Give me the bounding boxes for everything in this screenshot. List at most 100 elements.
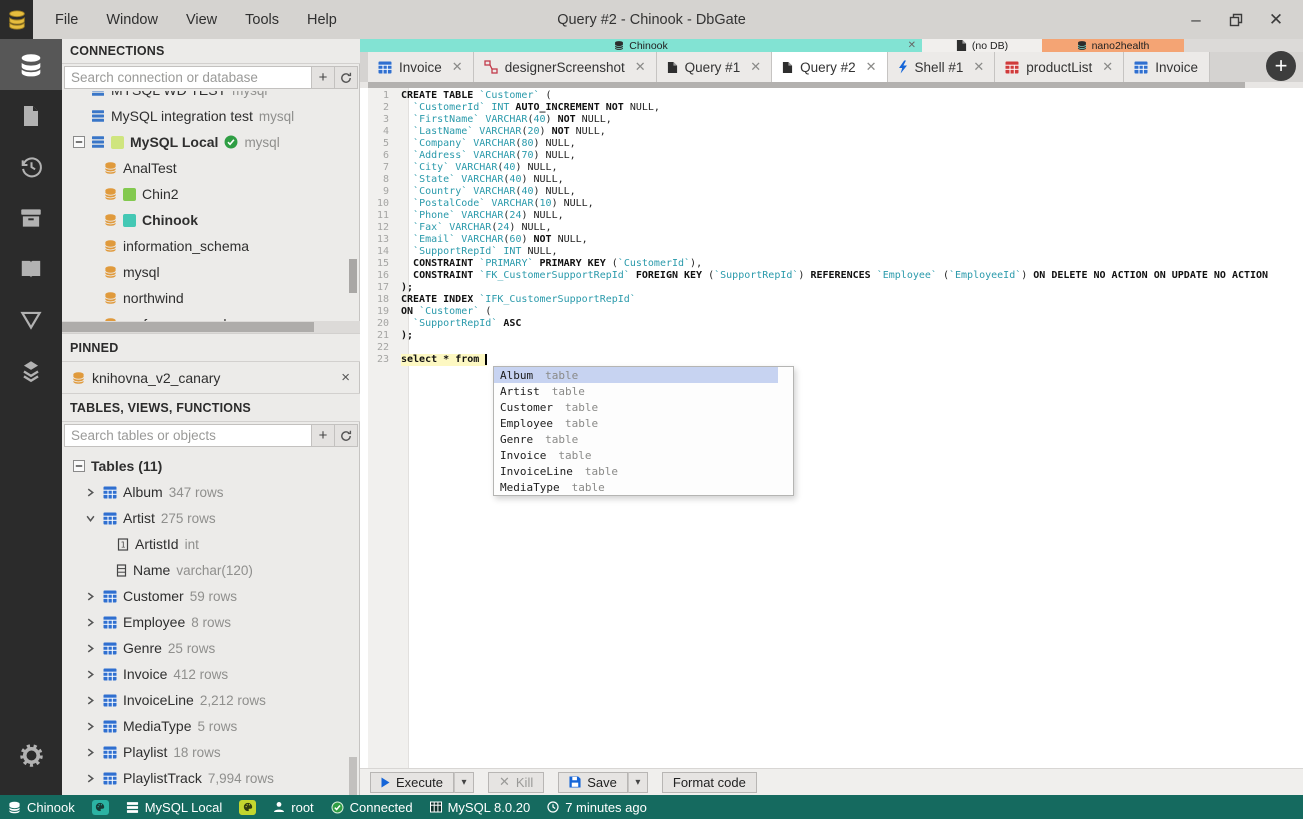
column-item-ArtistId[interactable]: 1 ArtistId int: [62, 531, 360, 557]
table-item-Genre[interactable]: Genre 25 rows: [62, 635, 360, 661]
code-line-17[interactable]: 17);: [368, 282, 1268, 294]
code-line-6[interactable]: 6 `Address` VARCHAR(70) NULL,: [368, 150, 1268, 162]
connection-server-item[interactable]: MySQL integration test mysql: [62, 103, 352, 129]
code-line-23[interactable]: 23 select * from: [368, 354, 1268, 366]
table-item-Playlist[interactable]: Playlist 18 rows: [62, 739, 360, 765]
code-line-22[interactable]: 22: [368, 342, 1268, 354]
connection-database-item[interactable]: mysql: [62, 259, 352, 285]
code-line-16[interactable]: 16 CONSTRAINT `FK_CustomerSupportRepId` …: [368, 270, 1268, 282]
menu-file[interactable]: File: [45, 8, 88, 32]
code-line-3[interactable]: 3 `FirstName` VARCHAR(40) NOT NULL,: [368, 114, 1268, 126]
connection-database-item[interactable]: information_schema: [62, 233, 352, 259]
refresh-connections-button[interactable]: [335, 66, 358, 89]
statusbar-server[interactable]: MySQL Local: [126, 800, 222, 815]
connection-database-item[interactable]: Chin2: [62, 181, 352, 207]
column-item-Name[interactable]: Name varchar(120): [62, 557, 360, 583]
autocomplete-item-Invoice[interactable]: Invoice table: [494, 447, 778, 463]
chevron-right-icon[interactable]: [84, 748, 97, 757]
add-object-button[interactable]: +: [312, 424, 335, 447]
close-tab-icon[interactable]: ✕: [452, 59, 463, 75]
code-line-19[interactable]: 19 ON `Customer` (: [368, 306, 1268, 318]
statusbar-user[interactable]: root: [273, 800, 314, 815]
chevron-down-icon[interactable]: [84, 514, 97, 523]
tables-views-functions-header[interactable]: TABLES, VIEWS, FUNCTIONS: [62, 393, 360, 422]
table-item-PlaylistTrack[interactable]: PlaylistTrack 7,994 rows: [62, 765, 360, 791]
tab-Shell1[interactable]: Shell #1 ✕: [887, 52, 996, 82]
minimize-icon[interactable]: –: [1187, 10, 1205, 29]
code-line-18[interactable]: 18 CREATE INDEX `IFK_CustomerSupportRepId…: [368, 294, 1268, 306]
restore-icon[interactable]: [1227, 11, 1245, 29]
pinned-header[interactable]: PINNED: [62, 333, 360, 362]
autocomplete-item-Artist[interactable]: Artist table: [494, 383, 778, 399]
code-line-9[interactable]: 9 `Country` VARCHAR(40) NULL,: [368, 186, 1268, 198]
table-item-Artist[interactable]: Artist 275 rows: [62, 505, 360, 531]
code-line-5[interactable]: 5 `Company` VARCHAR(80) NULL,: [368, 138, 1268, 150]
autocomplete-item-Customer[interactable]: Customer table: [494, 399, 778, 415]
refresh-objects-button[interactable]: [335, 424, 358, 447]
table-item-InvoiceLine[interactable]: InvoiceLine 2,212 rows: [62, 687, 360, 713]
save-button[interactable]: Save: [558, 771, 628, 793]
connection-server-item[interactable]: MySQL Local mysql: [62, 129, 352, 155]
autocomplete-item-Genre[interactable]: Genre table: [494, 431, 778, 447]
objects-vertical-scrollbar[interactable]: [349, 757, 357, 795]
database-color-chip[interactable]: [91, 799, 109, 815]
rail-settings-gear-button[interactable]: [0, 730, 62, 781]
connections-horizontal-scrollbar[interactable]: [62, 321, 360, 333]
table-item-Customer[interactable]: Customer 59 rows: [62, 583, 360, 609]
tab-group-noDB[interactable]: (no DB): [922, 39, 1042, 52]
connection-server-item[interactable]: MYSQL WD TEST mysql: [62, 91, 352, 103]
chevron-right-icon[interactable]: [84, 670, 97, 679]
code-line-1[interactable]: 1 CREATE TABLE `Customer` (: [368, 90, 1268, 102]
code-line-21[interactable]: 21);: [368, 330, 1268, 342]
tab-Invoice[interactable]: Invoice ✕: [368, 52, 474, 82]
chevron-right-icon[interactable]: [84, 592, 97, 601]
table-item-Album[interactable]: Album 347 rows: [62, 479, 360, 505]
close-group-icon[interactable]: ✕: [908, 40, 916, 51]
close-tab-icon[interactable]: ✕: [1102, 59, 1113, 75]
pinned-item[interactable]: knihovna_v2_canary ×: [62, 362, 360, 394]
connection-database-item[interactable]: AnalTest: [62, 155, 352, 181]
rail-archive-button[interactable]: [0, 192, 62, 243]
execute-dropdown-button[interactable]: ▾: [453, 771, 474, 793]
chevron-right-icon[interactable]: [84, 618, 97, 627]
kill-button[interactable]: ✕ Kill: [487, 771, 545, 793]
tables-root-item[interactable]: Tables (11): [62, 453, 360, 479]
menu-tools[interactable]: Tools: [235, 8, 289, 32]
chevron-right-icon[interactable]: [84, 774, 97, 783]
connection-database-item[interactable]: performance_schema: [62, 311, 352, 321]
close-icon[interactable]: ✕: [1267, 10, 1285, 29]
table-item-MediaType[interactable]: MediaType 5 rows: [62, 713, 360, 739]
collapse-icon[interactable]: [72, 460, 85, 472]
format-code-button[interactable]: Format code: [661, 771, 757, 793]
close-tab-icon[interactable]: ✕: [866, 59, 877, 75]
code-line-7[interactable]: 7 `City` VARCHAR(40) NULL,: [368, 162, 1268, 174]
connections-vertical-scrollbar[interactable]: [349, 259, 357, 293]
chevron-right-icon[interactable]: [84, 722, 97, 731]
code-line-15[interactable]: 15 CONSTRAINT `PRIMARY` PRIMARY KEY (`Cu…: [368, 258, 1268, 270]
autocomplete-item-InvoiceLine[interactable]: InvoiceLine table: [494, 463, 778, 479]
rail-file-button[interactable]: [0, 90, 62, 141]
code-line-12[interactable]: 12 `Fax` VARCHAR(24) NULL,: [368, 222, 1268, 234]
statusbar-database[interactable]: Chinook: [8, 800, 75, 815]
close-tab-icon[interactable]: ✕: [750, 59, 761, 75]
chevron-right-icon[interactable]: [84, 488, 97, 497]
code-line-11[interactable]: 11 `Phone` VARCHAR(24) NULL,: [368, 210, 1268, 222]
chevron-right-icon[interactable]: [84, 644, 97, 653]
add-connection-button[interactable]: +: [312, 66, 335, 89]
autocomplete-item-MediaType[interactable]: MediaType table: [494, 479, 778, 495]
collapse-icon[interactable]: [72, 136, 85, 148]
tab-designerScreenshot[interactable]: designerScreenshot ✕: [473, 52, 657, 82]
server-color-chip[interactable]: [239, 799, 257, 815]
table-item-Employee[interactable]: Employee 8 rows: [62, 609, 360, 635]
code-line-2[interactable]: 2 `CustomerId` INT AUTO_INCREMENT NOT NU…: [368, 102, 1268, 114]
connections-search-input[interactable]: [64, 66, 312, 89]
execute-button[interactable]: Execute: [370, 771, 454, 793]
new-tab-button[interactable]: +: [1266, 51, 1296, 81]
save-dropdown-button[interactable]: ▾: [627, 771, 648, 793]
tab-Query2[interactable]: Query #2 ✕: [772, 52, 888, 82]
autocomplete-item-Employee[interactable]: Employee table: [494, 415, 778, 431]
tab-group-Chinook[interactable]: Chinook ✕: [360, 39, 922, 52]
close-tab-icon[interactable]: ✕: [635, 59, 646, 75]
menu-help[interactable]: Help: [297, 8, 347, 32]
unpin-close-icon[interactable]: ×: [341, 369, 350, 386]
